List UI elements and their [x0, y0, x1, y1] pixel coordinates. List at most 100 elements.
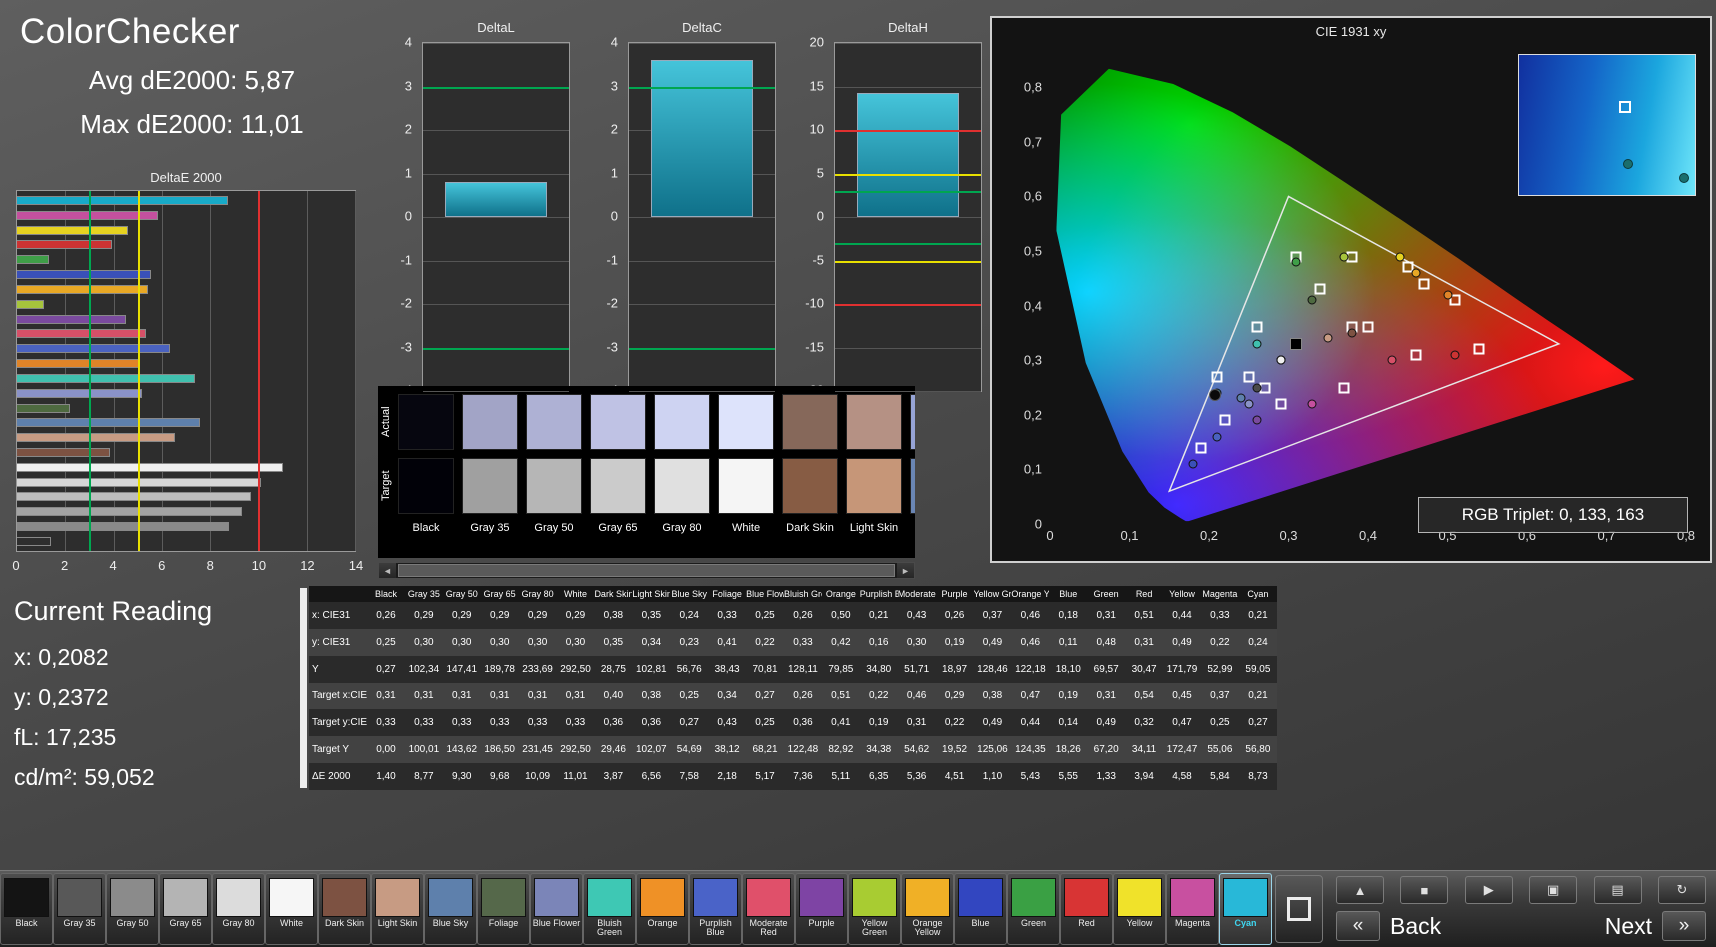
- table-col-header: Purplish Blue: [860, 586, 898, 602]
- axis-tick-label: 0: [786, 209, 824, 224]
- table-cell: 34,11: [1125, 736, 1163, 763]
- reference-line: [835, 191, 981, 193]
- patch-button-purple[interactable]: Purple: [795, 873, 848, 945]
- reading-y: y: 0,2372: [14, 677, 212, 717]
- scroll-left-icon[interactable]: ◄: [379, 563, 396, 578]
- layers-button[interactable]: ▤: [1594, 876, 1642, 904]
- patch-button-moderate-red[interactable]: Moderate Red: [742, 873, 795, 945]
- deltae-bar-yellow: [17, 226, 128, 235]
- patch-button-black[interactable]: Black: [0, 873, 53, 945]
- table-row-label: Target x:CIE31: [309, 683, 367, 710]
- grid-icon: ▣: [1547, 882, 1559, 898]
- deltae-bar-red: [17, 240, 112, 249]
- deltae-bar-purple: [17, 315, 126, 324]
- swatch-gray-80: [654, 394, 710, 450]
- patch-button-blue[interactable]: Blue: [954, 873, 1007, 945]
- table-cell: 0,34: [632, 629, 670, 656]
- table-cell: 0,33: [1201, 602, 1239, 629]
- patch-button-gray-50[interactable]: Gray 50: [106, 873, 159, 945]
- back-button[interactable]: Back: [1390, 913, 1441, 940]
- deltae-bar-green: [17, 255, 49, 264]
- axis-tick-label: 2: [374, 122, 412, 137]
- axis-tick-label: 6: [158, 558, 165, 573]
- deltae2000-chart: DeltaE 2000 02468101214: [14, 170, 358, 582]
- cie-measured-dot: [1443, 290, 1452, 299]
- cie-target-square: [1219, 415, 1230, 426]
- patch-button-white[interactable]: White: [265, 873, 318, 945]
- patch-button-yellow-green[interactable]: Yellow Green: [848, 873, 901, 945]
- patch-button-gray-80[interactable]: Gray 80: [212, 873, 265, 945]
- axis-tick-label: 0: [580, 209, 618, 224]
- patch-button-purplish-blue[interactable]: Purplish Blue: [689, 873, 742, 945]
- patch-swatch: [852, 878, 897, 917]
- scroll-right-icon[interactable]: ►: [897, 563, 914, 578]
- play-button[interactable]: ▶: [1465, 876, 1513, 904]
- patch-button-gray-65[interactable]: Gray 65: [159, 873, 212, 945]
- patch-button-gray-35[interactable]: Gray 35: [53, 873, 106, 945]
- table-cell: 18,26: [1049, 736, 1087, 763]
- axis-tick-label: -1: [374, 252, 412, 267]
- table-row: Y0,27102,34147,41189,78233,69292,5028,75…: [309, 656, 1277, 683]
- table-cell: 128,46: [974, 656, 1012, 683]
- patch-button-foliage[interactable]: Foliage: [477, 873, 530, 945]
- refresh-button[interactable]: ↻: [1658, 876, 1706, 904]
- patch-button-blue-sky[interactable]: Blue Sky: [424, 873, 477, 945]
- table-cell: 0,30: [557, 629, 595, 656]
- reference-line: [835, 261, 981, 263]
- table-col-header: Yellow: [1163, 586, 1201, 602]
- refresh-icon: ↻: [1677, 882, 1688, 898]
- axis-tick-label: 0,1: [1120, 528, 1138, 543]
- patch-button-blue-flower[interactable]: Blue Flower: [530, 873, 583, 945]
- grid-line: [629, 261, 775, 262]
- colorchecker-screen: ColorChecker Avg dE2000: 5,87 Max dE2000…: [0, 0, 1716, 947]
- table-cell: 0,43: [898, 602, 936, 629]
- patch-button-light-skin[interactable]: Light Skin: [371, 873, 424, 945]
- swatch-column-label: White: [718, 522, 774, 534]
- swatch-light-skin: [846, 394, 902, 450]
- patch-button-yellow[interactable]: Yellow: [1113, 873, 1166, 945]
- next-chevrons-icon[interactable]: »: [1662, 911, 1706, 941]
- table-cell: 10,09: [519, 763, 557, 790]
- next-button[interactable]: Next: [1605, 913, 1652, 940]
- table-cell: 0,46: [1011, 629, 1049, 656]
- deltae-bar-gray-65: [17, 492, 251, 501]
- scrollbar-thumb[interactable]: [398, 564, 895, 577]
- patch-button-bluish-green[interactable]: Bluish Green: [583, 873, 636, 945]
- grid-button[interactable]: ▣: [1529, 876, 1577, 904]
- table-col-header: Yellow Green: [974, 586, 1012, 602]
- patch-swatch: [269, 878, 314, 917]
- table-cell: 79,85: [822, 656, 860, 683]
- patch-button-red[interactable]: Red: [1060, 873, 1113, 945]
- patch-button-dark-skin[interactable]: Dark Skin: [318, 873, 371, 945]
- swatch-column-label: Blue Sky: [910, 522, 915, 534]
- table-cell: 171,79: [1163, 656, 1201, 683]
- table-cell: 0,27: [1239, 709, 1277, 736]
- grid-line: [629, 43, 775, 44]
- grid-line: [835, 43, 981, 44]
- pattern-window-button[interactable]: [1275, 875, 1323, 943]
- deltaC-bar: [651, 60, 753, 217]
- eject-button[interactable]: ▲: [1336, 876, 1384, 904]
- deltae-bar-gray-50: [17, 507, 242, 516]
- patch-button-cyan[interactable]: Cyan: [1219, 873, 1272, 945]
- square-outline-icon: [1287, 897, 1311, 921]
- patch-button-orange-yellow[interactable]: Orange Yellow: [901, 873, 954, 945]
- grid-line: [423, 391, 569, 392]
- swatch-column-label: Dark Skin: [782, 522, 838, 534]
- table-row-label: Y: [309, 656, 367, 683]
- table-cell: 0,33: [708, 602, 746, 629]
- deltae-bars: [17, 193, 355, 549]
- patch-button-orange[interactable]: Orange: [636, 873, 689, 945]
- stop-button[interactable]: ■: [1400, 876, 1448, 904]
- swatch-scrollbar[interactable]: ◄ ►: [378, 562, 915, 579]
- table-cell: 0,33: [519, 709, 557, 736]
- max-de2000-label: Max dE2000: 11,01: [12, 109, 372, 140]
- reference-line: [835, 243, 981, 245]
- patch-button-green[interactable]: Green: [1007, 873, 1060, 945]
- table-cell: 4,58: [1163, 763, 1201, 790]
- table-cell: 34,80: [860, 656, 898, 683]
- back-chevrons-icon[interactable]: «: [1336, 911, 1380, 941]
- patch-button-magenta[interactable]: Magenta: [1166, 873, 1219, 945]
- table-cell: 5,36: [898, 763, 936, 790]
- table-cell: 18,97: [936, 656, 974, 683]
